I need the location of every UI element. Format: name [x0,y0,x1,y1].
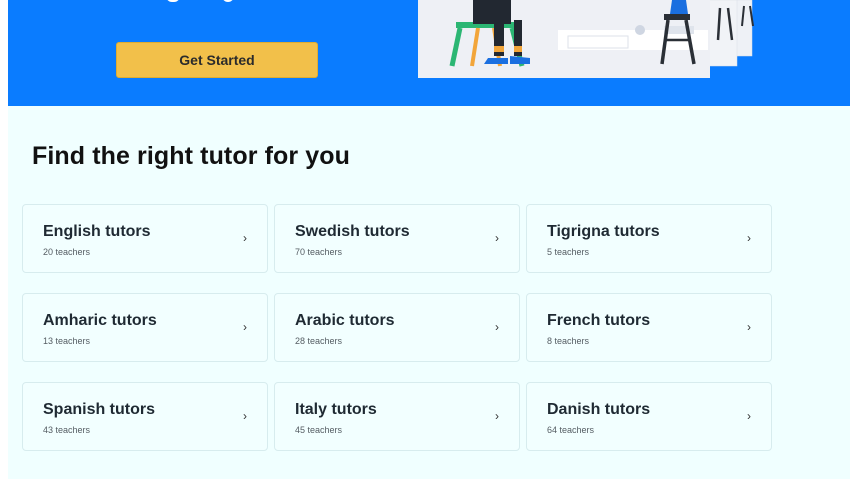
tutor-card-english[interactable]: English tutors 20 teachers › [22,204,268,273]
page: Get Started Find the right tutor for you… [0,0,850,479]
tutor-card-danish[interactable]: Danish tutors 64 teachers › [526,382,772,451]
tutor-card-amharic[interactable]: Amharic tutors 13 teachers › [22,293,268,362]
tutor-card-swedish[interactable]: Swedish tutors 70 teachers › [274,204,520,273]
tutor-card-french[interactable]: French tutors 8 teachers › [526,293,772,362]
chevron-right-icon: › [747,231,751,245]
tutor-card-label: Swedish tutors [295,223,410,240]
chevron-right-icon: › [747,320,751,334]
tutor-card-label: Tigrigna tutors [547,223,660,240]
teacher-count: 64 teachers [547,425,595,435]
chevron-right-icon: › [495,320,499,334]
chevron-right-icon: › [243,409,247,423]
chevron-right-icon: › [747,409,751,423]
tutor-card-spanish[interactable]: Spanish tutors 43 teachers › [22,382,268,451]
tutor-card-italy[interactable]: Italy tutors 45 teachers › [274,382,520,451]
hero-heading-fragment [158,0,278,6]
teacher-count: 8 teachers [547,336,590,346]
tutor-card-arabic[interactable]: Arabic tutors 28 teachers › [274,293,520,362]
tutor-card-label: English tutors [43,223,151,240]
chevron-right-icon: › [495,231,499,245]
get-started-button[interactable]: Get Started [116,42,318,78]
tutor-card-label: Amharic tutors [43,312,157,329]
teacher-count: 45 teachers [295,425,343,435]
section-title: Find the right tutor for you [32,142,351,170]
chevron-right-icon: › [243,231,247,245]
tutor-card-label: Arabic tutors [295,312,395,329]
teacher-count: 28 teachers [295,336,343,346]
teacher-count: 13 teachers [43,336,91,346]
chevron-right-icon: › [495,409,499,423]
tutor-card-label: Spanish tutors [43,401,156,418]
hero-illustration [418,0,754,78]
tutor-card-label: French tutors [547,312,651,329]
teacher-count: 70 teachers [295,247,343,257]
tutor-card-tigrigna[interactable]: Tigrigna tutors 5 teachers › [526,204,772,273]
hero-banner: Get Started [8,0,850,106]
tutor-card-label: Danish tutors [547,401,651,418]
tutor-card-label: Italy tutors [295,401,377,418]
teacher-count: 43 teachers [43,425,91,435]
chevron-right-icon: › [243,320,247,334]
teacher-count: 20 teachers [43,247,91,257]
teacher-count: 5 teachers [547,247,590,257]
tutor-section: Find the right tutor for you English tut… [8,106,850,479]
